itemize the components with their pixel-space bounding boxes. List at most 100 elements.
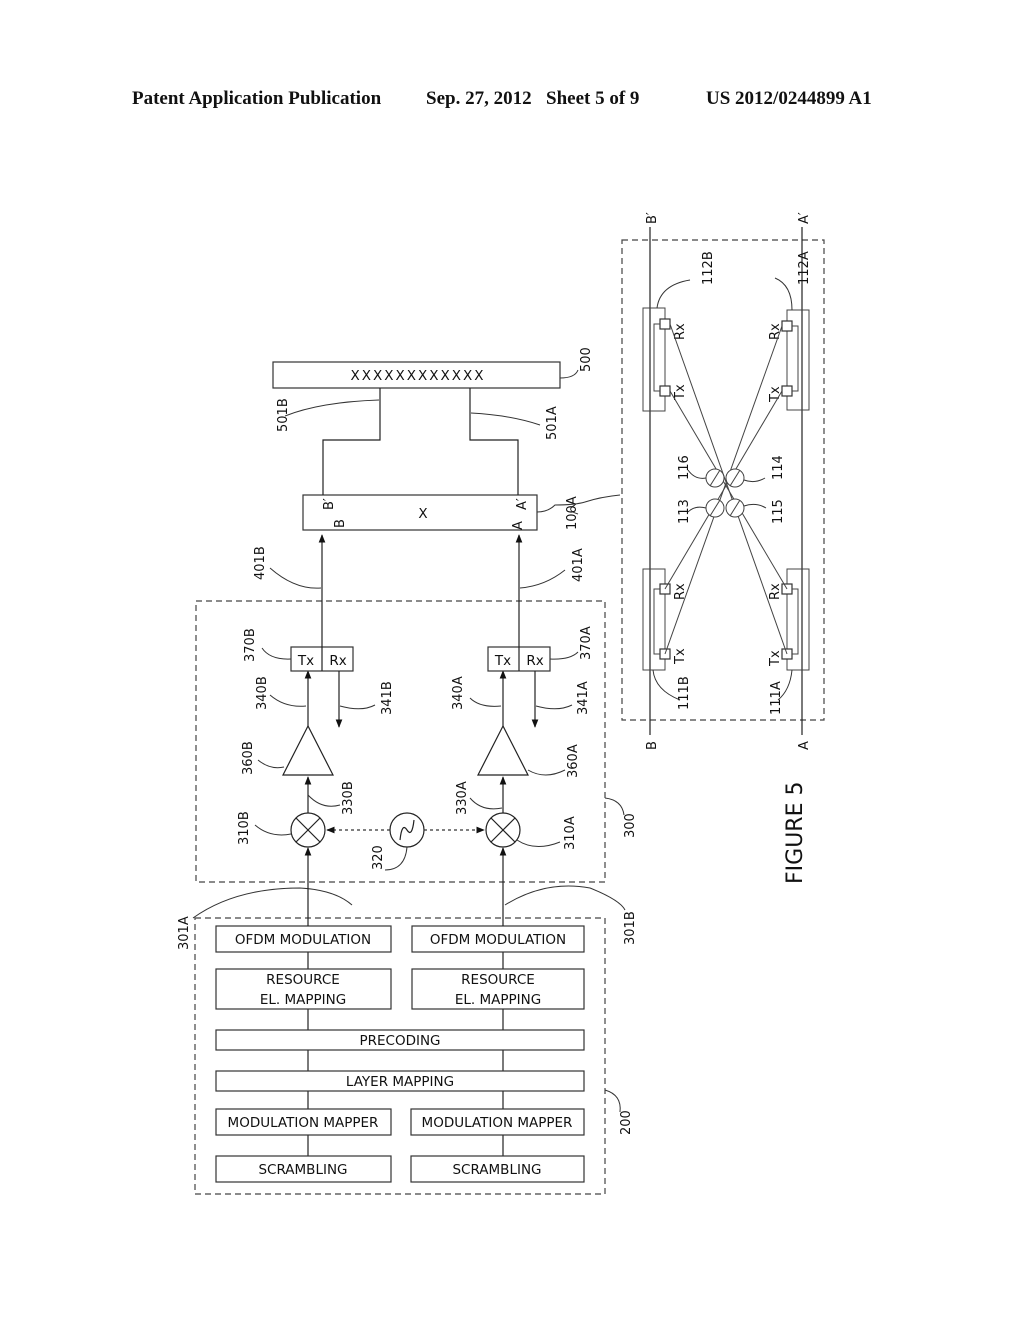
ref-111A: 111A <box>769 681 784 715</box>
tx-370B-label: Tx <box>297 653 314 669</box>
layer-mapping-label: LAYER MAPPING <box>346 1074 454 1090</box>
ref-100A: 100A <box>565 496 580 530</box>
ref-501A: 501A <box>545 406 560 440</box>
unit-111A-rx-label: Rx <box>768 583 783 600</box>
ref-330B-leader <box>307 794 341 807</box>
ref-301A-leader <box>192 887 353 919</box>
ref-111B: 111B <box>677 676 692 710</box>
ref-301B: 301B <box>623 911 638 945</box>
unit-111B-rx-label: Rx <box>673 583 688 600</box>
block-100A-center-label: X <box>418 506 427 522</box>
figure-label: FIGURE 5 <box>783 782 808 884</box>
ref-330A-leader <box>469 797 503 810</box>
ref-360B-leader <box>257 759 285 769</box>
ref-111B-leader <box>652 669 681 701</box>
modulation-mapper-left-label: MODULATION MAPPER <box>228 1115 379 1131</box>
detail-100A: B′ A′ B A Tx Rx Tx 112B Rx Tx 112A Rx Tx… <box>621 212 825 750</box>
sine-icon <box>399 819 415 841</box>
port-b: B <box>333 519 348 528</box>
ref-401A: 401A <box>571 548 586 582</box>
precoding-label: PRECODING <box>359 1033 440 1049</box>
ref-310B: 310B <box>237 811 252 845</box>
ref-113: 113 <box>677 499 692 524</box>
scrambling-right-label: SCRAMBLING <box>452 1162 541 1178</box>
ref-370B: 370B <box>243 628 258 662</box>
ref-341B: 341B <box>380 681 395 715</box>
unit-112B-tx-port <box>659 385 671 397</box>
ref-341A-leader <box>535 704 573 710</box>
unit-111A-link <box>792 588 799 655</box>
ref-112A-leader <box>774 277 793 311</box>
ref-401B-leader <box>269 567 322 589</box>
ref-310A-leader <box>516 839 561 847</box>
rx-370B-label: Rx <box>329 653 346 669</box>
resource-mapping-left-label-1: RESOURCE <box>266 972 340 988</box>
ref-401A-leader <box>519 569 566 589</box>
path-112A-tx-to-111B-rx <box>664 390 783 590</box>
figure-diagram: OFDM MODULATION OFDM MODULATION RESOURCE… <box>177 212 825 1195</box>
ref-500: 500 <box>579 347 594 372</box>
ref-360A-leader <box>527 769 566 776</box>
amplifier-360A <box>477 724 529 776</box>
ref-360A: 360A <box>566 744 581 778</box>
block-500-label: XXXXXXXXXXXX <box>351 368 486 384</box>
ofdm-modulation-right-label: OFDM MODULATION <box>430 932 566 948</box>
port-b-prime: B′ <box>322 498 337 510</box>
label-a: A <box>797 741 812 750</box>
ref-340B: 340B <box>255 676 270 710</box>
resource-mapping-left-label-2: EL. MAPPING <box>260 992 346 1008</box>
ref-310B-leader <box>254 824 292 836</box>
path-112B-rx-to-111A-tx <box>669 323 788 655</box>
block-300: Tx Rx Tx Rx 370B 340B 341B 360B 330B 310… <box>195 600 638 926</box>
ref-112B: 112B <box>701 251 716 285</box>
line-501A <box>469 388 519 495</box>
unit-111B-tx-label: Tx <box>673 648 688 665</box>
ref-300-leader <box>604 797 625 816</box>
ref-500-leader <box>559 369 579 379</box>
ofdm-modulation-left-label: OFDM MODULATION <box>235 932 371 948</box>
ref-200: 200 <box>619 1110 634 1135</box>
unit-112B-rx-port <box>659 318 671 330</box>
ref-501A-leader <box>470 412 541 426</box>
ref-112A: 112A <box>797 251 812 285</box>
ref-114-leader <box>743 477 766 483</box>
tx-370A-label: Tx <box>494 653 511 669</box>
ref-341B-leader <box>339 704 376 710</box>
block-100A: X B′ B A′ A 100A <box>302 494 621 531</box>
ref-116: 116 <box>677 455 692 480</box>
block-500: XXXXXXXXXXXX 501B 501A 500 <box>272 347 594 495</box>
ref-401B: 401B <box>253 546 268 580</box>
resource-mapping-right-label-1: RESOURCE <box>461 972 535 988</box>
ref-114: 114 <box>771 455 786 480</box>
unit-112A-rx-label: Rx <box>768 323 783 340</box>
unit-112A-rx-port <box>781 320 793 332</box>
unit-112B-link <box>653 323 660 392</box>
ref-300: 300 <box>623 813 638 838</box>
ref-360B: 360B <box>241 741 256 775</box>
label-a-prime: A′ <box>797 212 812 224</box>
amplifier-360B <box>282 724 334 776</box>
unit-111A-tx-label: Tx <box>768 650 783 667</box>
ref-115-leader <box>743 503 767 509</box>
ref-330A: 330A <box>455 781 470 815</box>
rx-370A-label: Rx <box>526 653 543 669</box>
ref-320: 320 <box>371 845 386 870</box>
ref-370A-leader <box>549 651 579 660</box>
ref-200-leader <box>604 1089 621 1113</box>
port-a: A <box>511 521 526 530</box>
ref-340B-leader <box>269 694 307 707</box>
unit-112A-tx-label: Tx <box>768 386 783 403</box>
unit-112B-tx-label: Tx <box>673 384 688 401</box>
ref-370B-leader <box>261 647 292 660</box>
ref-501B-leader <box>284 399 380 417</box>
ref-301B-leader <box>504 885 626 911</box>
ref-340A: 340A <box>451 676 466 710</box>
label-b-prime: B′ <box>645 212 660 224</box>
unit-112A-link <box>792 325 799 392</box>
resource-mapping-right-label-2: EL. MAPPING <box>455 992 541 1008</box>
ref-341A: 341A <box>576 681 591 715</box>
ref-115: 115 <box>771 499 786 524</box>
scrambling-left-label: SCRAMBLING <box>258 1162 347 1178</box>
unit-111B-link <box>653 588 660 655</box>
path-112B-tx-to-111A-rx <box>669 390 788 590</box>
